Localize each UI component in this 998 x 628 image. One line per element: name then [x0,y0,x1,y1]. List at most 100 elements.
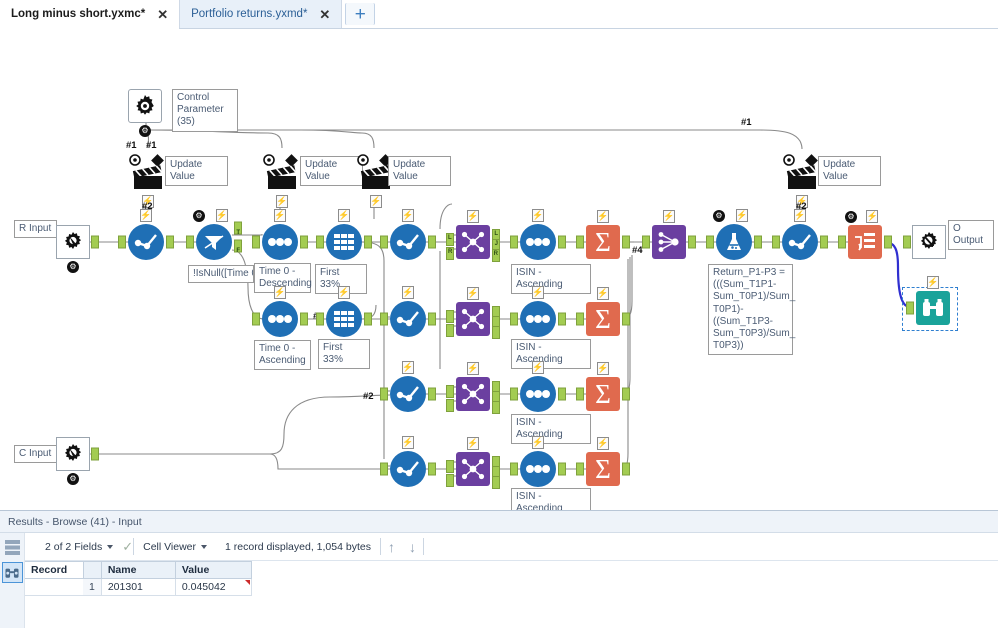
results-grid-icon[interactable] [2,537,23,558]
tool-sort-isin-2[interactable]: ⚡ [510,286,566,337]
tool-sort-isin-1[interactable]: ⚡ [510,209,566,260]
summarize-icon[interactable]: Σ ⚡ [576,437,630,486]
chevron-down-icon[interactable] [107,544,114,549]
tool-join-row1[interactable]: L R L J R ⚡ [446,210,500,262]
summarize-icon[interactable]: Σ ⚡ [576,362,630,411]
sample-icon[interactable]: ⚡ [316,286,372,337]
tool-select-row2[interactable]: ⚡ [380,286,436,337]
sort-icon[interactable]: ⚡ [510,209,566,260]
output-port[interactable] [558,312,566,326]
input-port[interactable] [316,312,324,326]
tool-sample-1[interactable]: ⚡ [316,209,372,260]
input-port[interactable] [576,462,584,476]
input-port[interactable] [576,387,584,401]
sort-icon[interactable]: ⚡ [252,286,308,337]
input-port[interactable] [906,301,914,315]
tool-summarize-2[interactable]: Σ ⚡ [576,287,630,336]
macro-input-icon[interactable]: ⚙ [56,225,99,273]
join-icon[interactable]: L R L J R ⚡ [446,210,500,262]
tool-sort-isin-4[interactable]: ⚡ [510,436,566,487]
output-port[interactable] [428,462,436,476]
tool-action-1[interactable]: ⚡ [128,153,170,208]
output-port[interactable] [688,235,696,249]
input-port[interactable] [576,312,584,326]
tab-long-minus-short[interactable]: Long minus short.yxmc* ✕ [0,0,181,29]
tool-sort-ascending[interactable]: ⚡ [252,286,308,337]
input-port[interactable] [380,387,388,401]
select-icon[interactable]: ⚡ [380,436,436,487]
sort-icon[interactable]: ⚡ [252,209,308,260]
tool-action-2[interactable]: ⚡ [262,153,304,208]
output-port[interactable] [428,312,436,326]
input-port[interactable] [576,235,584,249]
tool-transpose[interactable]: ⚙ ⚡ [838,210,892,259]
previous-record-icon[interactable]: ↑ [381,540,402,554]
tool-join-multiple[interactable]: ⚡ [642,210,696,259]
results-browse-icon[interactable] [1,562,23,583]
select-icon[interactable]: ⚡ [118,209,174,260]
output-port[interactable] [558,387,566,401]
output-port[interactable] [820,235,828,249]
input-port[interactable] [510,387,518,401]
input-port[interactable] [186,235,194,249]
output-port[interactable] [884,235,892,249]
output-port[interactable] [300,235,308,249]
tool-select-1[interactable]: ⚡ [118,209,174,260]
column-header-record[interactable]: Record [25,561,83,579]
right-input-port[interactable] [446,324,454,337]
input-port[interactable] [510,312,518,326]
output-port[interactable] [364,312,372,326]
cell-name[interactable]: 201301 [100,578,176,596]
sort-icon[interactable]: ⚡ [510,286,566,337]
tool-join-row3[interactable]: ⚡ [446,362,500,414]
input-port[interactable] [838,235,846,249]
select-icon[interactable]: ⚡ [380,286,436,337]
workflow-canvas[interactable]: ⚙ Control Parameter (35) ⚡ Update Value [0,29,998,510]
join-multiple-icon[interactable]: ⚡ [642,210,696,259]
join-icon[interactable]: ⚡ [446,437,500,489]
tool-summarize-4[interactable]: Σ ⚡ [576,437,630,486]
input-port[interactable] [252,235,260,249]
right-output-port[interactable] [492,249,500,262]
left-input-port[interactable] [446,460,454,473]
input-port[interactable] [772,235,780,249]
macro-output-icon[interactable] [903,225,946,259]
input-port[interactable] [380,462,388,476]
output-port[interactable] [622,235,630,249]
output-port[interactable] [91,447,99,461]
checkmark-icon[interactable]: ✓ [122,540,133,553]
formula-icon[interactable]: ⚙ ⚡ [706,209,762,260]
new-tab-button[interactable]: + [345,3,376,25]
viewer-selector[interactable]: Cell Viewer [134,541,216,553]
tool-macro-input-r[interactable]: ⚙ [56,225,99,273]
cell-value[interactable]: 0.045042 [174,578,252,596]
input-port[interactable] [380,235,388,249]
right-output-port[interactable] [492,326,500,339]
input-port[interactable] [316,235,324,249]
results-data-grid[interactable]: Record Name Value 1 201301 0.045042 [25,561,998,628]
input-port[interactable] [903,235,911,249]
right-input-port[interactable] [446,247,454,260]
tool-summarize-3[interactable]: Σ ⚡ [576,362,630,411]
input-port[interactable] [380,312,388,326]
macro-input-icon[interactable]: ⚙ [56,437,99,485]
fields-selector[interactable]: 2 of 2 Fields [36,541,122,553]
output-port[interactable] [91,235,99,249]
tool-sort-isin-3[interactable]: ⚡ [510,361,566,412]
sample-icon[interactable]: ⚡ [316,209,372,260]
left-input-port[interactable] [446,233,454,246]
tool-filter-1[interactable]: T F ⚙ ⚡ [186,209,242,260]
chevron-down-icon[interactable] [201,544,208,549]
join-icon[interactable]: ⚡ [446,287,500,339]
tool-control-parameter[interactable]: ⚙ [128,89,162,137]
right-input-port[interactable] [446,474,454,487]
output-port[interactable] [428,387,436,401]
input-port[interactable] [706,235,714,249]
tool-join-row4[interactable]: ⚡ [446,437,500,489]
filter-icon[interactable]: T F ⚙ ⚡ [186,209,242,260]
output-port[interactable] [364,235,372,249]
output-port[interactable] [622,387,630,401]
table-row[interactable]: 1 201301 0.045042 [25,578,252,596]
output-port[interactable] [558,235,566,249]
tool-select-row1[interactable]: ⚡ [380,209,436,260]
